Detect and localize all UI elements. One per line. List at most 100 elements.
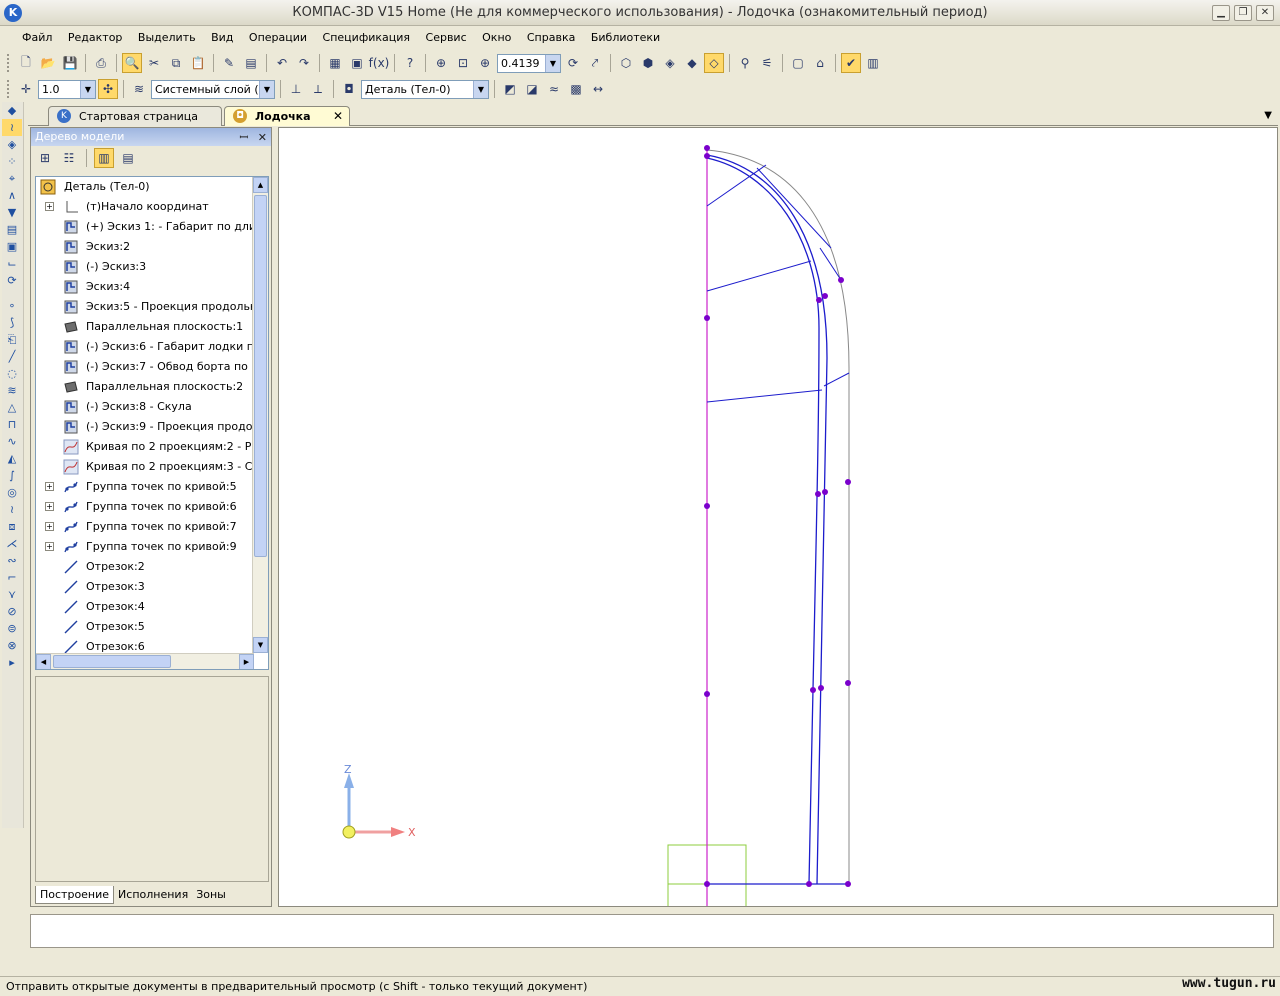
layers-icon[interactable]: ≋ <box>129 79 149 99</box>
section-line-3[interactable] <box>706 389 823 403</box>
tree-view-icon[interactable]: ⊞ <box>35 148 55 168</box>
menu-select[interactable]: Выделить <box>132 28 202 44</box>
tree-item[interactable]: + Группа точек по кривой:6 <box>36 497 252 517</box>
fillet-icon[interactable]: ⌐ <box>2 569 22 586</box>
toolbar-grip[interactable] <box>7 80 11 98</box>
helix-icon[interactable]: ≋ <box>2 382 22 399</box>
tree-item[interactable]: Отрезок:2 <box>36 557 252 577</box>
spec-icon[interactable]: ▤ <box>2 221 22 238</box>
two-projection-curve-icon[interactable]: ⧈ <box>2 518 22 535</box>
dimensions-icon[interactable]: ∧ <box>2 187 22 204</box>
halftone-icon[interactable]: ◈ <box>660 53 680 73</box>
menu-editor[interactable]: Редактор <box>62 28 129 44</box>
tree-item[interactable]: + Группа точек по кривой:9 <box>36 537 252 557</box>
cube-icon[interactable]: ▢ <box>788 53 808 73</box>
point[interactable] <box>704 691 710 697</box>
uv-icon[interactable]: ⋎ <box>2 586 22 603</box>
step-cursor-icon[interactable]: ✛ <box>16 79 36 99</box>
point[interactable] <box>816 297 822 303</box>
wireframe-icon[interactable]: ⬡ <box>616 53 636 73</box>
point[interactable] <box>822 489 828 495</box>
scroll-thumb[interactable] <box>53 655 171 668</box>
point[interactable] <box>845 881 851 887</box>
expand-icon[interactable]: + <box>45 482 54 491</box>
projection-curve-icon[interactable]: ≀ <box>2 501 22 518</box>
color-icon[interactable]: ◪ <box>522 79 542 99</box>
tab-construction[interactable]: Построение <box>35 886 115 904</box>
restore-button[interactable]: ❐ <box>1234 5 1252 21</box>
cut-icon[interactable]: ✂ <box>144 53 164 73</box>
undo-icon[interactable]: ↶ <box>272 53 292 73</box>
measure-icon[interactable]: ▥ <box>863 53 883 73</box>
trim-icon[interactable]: ⊘ <box>2 603 22 620</box>
section-line-2[interactable] <box>706 260 812 292</box>
point[interactable] <box>845 479 851 485</box>
tree-structure-icon[interactable]: ☷ <box>59 148 79 168</box>
zoom-in-icon[interactable]: ⊕ <box>475 53 495 73</box>
shaded-icon[interactable]: ◆ <box>682 53 702 73</box>
new-document-icon[interactable]: 🗋 <box>16 53 36 73</box>
layer-combo[interactable]: Системный слой (0) ▼ <box>151 79 275 99</box>
expand-more-icon[interactable]: ▸ <box>2 654 22 671</box>
shaded-edges-icon[interactable]: ◇ <box>704 53 724 73</box>
circle-icon[interactable]: ◌ <box>2 365 22 382</box>
zoom-window-icon[interactable]: ⊕ <box>431 53 451 73</box>
tree-item[interactable]: (-) Эскиз:7 - Обвод борта по пал <box>36 357 268 377</box>
scroll-down-icon[interactable]: ▼ <box>253 637 268 653</box>
tree-item[interactable]: (-) Эскиз:9 - Проекция продольн <box>36 417 268 437</box>
orientation-icon[interactable]: ⤤ <box>585 53 605 73</box>
format-brush-icon[interactable]: ✎ <box>219 53 239 73</box>
attributes-icon[interactable]: ▩ <box>566 79 586 99</box>
import-icon[interactable]: ⎗ <box>2 331 22 348</box>
variables-icon[interactable]: ▣ <box>347 53 367 73</box>
section-line-1[interactable] <box>706 164 767 207</box>
point[interactable] <box>704 503 710 509</box>
tree-item[interactable]: Кривая по 2 проекциям:2 - Редан <box>36 437 268 457</box>
spatial-curves-icon[interactable]: ≀ <box>2 119 22 136</box>
scroll-thumb[interactable] <box>254 195 267 557</box>
tabs-dropdown-icon[interactable]: ▼ <box>1264 110 1272 121</box>
tree-item[interactable]: (-) Эскиз:8 - Скула <box>36 397 252 417</box>
close-icon[interactable]: ✕ <box>258 131 267 144</box>
menu-service[interactable]: Сервис <box>420 28 473 44</box>
split-icon[interactable]: ⊗ <box>2 637 22 654</box>
tree-item[interactable]: Параллельная плоскость:1 <box>36 317 252 337</box>
step-combo[interactable]: 1.0 ▼ <box>38 79 96 99</box>
point[interactable] <box>704 145 710 151</box>
tree-item[interactable]: (-) Эскиз:3 <box>36 257 252 277</box>
snap-icon[interactable]: ✔ <box>841 53 861 73</box>
print-icon[interactable]: ⎙ <box>91 53 111 73</box>
aux-geometry-icon[interactable]: ⌖ <box>2 170 22 187</box>
sheet-metal-icon[interactable]: ⌙ <box>2 255 22 272</box>
tree-item[interactable]: Эскиз:4 <box>36 277 252 297</box>
properties-icon[interactable]: ▤ <box>241 53 261 73</box>
point[interactable] <box>845 680 851 686</box>
tab-start-page[interactable]: K Стартовая страница <box>48 106 222 126</box>
spline-icon[interactable]: ∿ <box>2 433 22 450</box>
editing-panel-icon[interactable]: ◆ <box>2 102 22 119</box>
point[interactable] <box>806 881 812 887</box>
copy-icon[interactable]: ⧉ <box>166 53 186 73</box>
dimension-icon[interactable]: ↔ <box>588 79 608 99</box>
toolbar-grip[interactable] <box>7 54 11 72</box>
point[interactable] <box>704 315 710 321</box>
segment-tool-icon[interactable]: ╱ <box>2 348 22 365</box>
tree-item[interactable]: + Группа точек по кривой:7 <box>36 517 252 537</box>
style-icon[interactable]: ≈ <box>544 79 564 99</box>
reports-icon[interactable]: ▣ <box>2 238 22 255</box>
tab-variants[interactable]: Исполнения <box>114 886 192 904</box>
scroll-up-icon[interactable]: ▲ <box>253 177 268 193</box>
arrays-icon[interactable]: ⁘ <box>2 153 22 170</box>
tree-item[interactable]: Кривая по 2 проекциям:3 - Скула <box>36 457 268 477</box>
minimize-button[interactable]: ▁ <box>1212 5 1230 21</box>
point-curve-icon[interactable]: ⟆ <box>2 314 22 331</box>
display-mode-icon[interactable]: ◩ <box>500 79 520 99</box>
tree-horizontal-scrollbar[interactable]: ◀ ▶ <box>36 653 254 669</box>
section-line-6[interactable] <box>756 167 832 249</box>
menu-view[interactable]: Вид <box>205 28 239 44</box>
tree-item[interactable]: Параллельная плоскость:2 <box>36 377 252 397</box>
hull-curve-outer[interactable] <box>706 154 828 885</box>
contour-icon[interactable]: ◎ <box>2 484 22 501</box>
open-folder-icon[interactable]: 📂 <box>38 53 58 73</box>
expand-icon[interactable]: + <box>45 502 54 511</box>
